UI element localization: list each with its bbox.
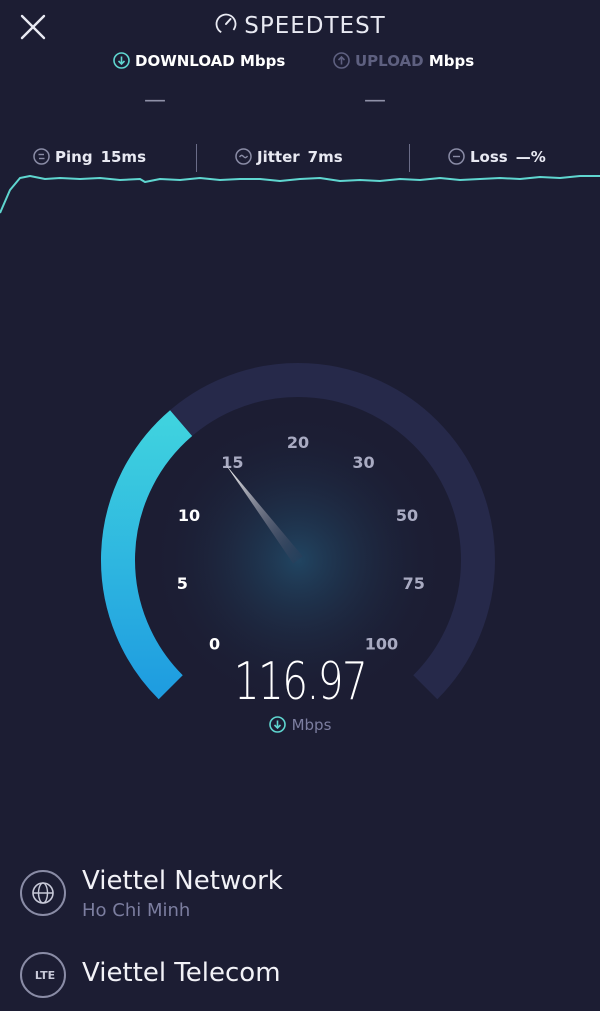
current-speed-value: 116.97 — [233, 652, 368, 712]
speedometer-icon — [214, 12, 238, 42]
gauge-tick-label: 75 — [403, 574, 425, 593]
upload-header: UPLOAD Mbps — [333, 52, 474, 73]
loss-value: —% — [515, 148, 546, 166]
server-location: Ho Chi Minh — [82, 900, 191, 921]
loss-label: Loss — [470, 148, 508, 166]
download-arrow-icon — [113, 52, 130, 73]
download-unit: Mbps — [239, 52, 286, 70]
jitter-icon — [235, 148, 252, 169]
ping-value: 15ms — [100, 148, 146, 166]
gauge-tick-label: 100 — [365, 634, 398, 653]
download-header: DOWNLOAD Mbps — [113, 52, 285, 73]
gauge-tick-label: 10 — [178, 506, 200, 525]
loss-icon — [448, 148, 465, 169]
gauge-tick-label: 20 — [287, 433, 309, 452]
ping-icon — [33, 148, 50, 169]
upload-unit: Mbps — [428, 52, 475, 70]
upload-arrow-icon — [333, 52, 350, 73]
app-title: SPEEDTEST — [0, 12, 600, 42]
download-arrow-icon — [268, 716, 286, 737]
download-label: DOWNLOAD — [135, 52, 235, 70]
jitter-value: 7ms — [307, 148, 343, 166]
upload-label: UPLOAD — [355, 52, 424, 70]
globe-icon — [20, 870, 66, 916]
lte-icon: LTE — [20, 952, 66, 998]
isp-row[interactable]: LTE Viettel Telecom — [20, 952, 580, 1002]
server-provider-row[interactable]: Viettel Network Ho Chi Minh — [20, 866, 580, 922]
gauge-tick-label: 50 — [396, 506, 418, 525]
jitter-label: Jitter — [257, 148, 300, 166]
app-title-text: SPEEDTEST — [244, 13, 386, 39]
ping-label: Ping — [55, 148, 93, 166]
loss-stat: Loss —% — [448, 148, 546, 169]
upload-value: — — [364, 88, 386, 113]
gauge-tick-label: 5 — [177, 574, 188, 593]
speed-unit-label: Mbps — [291, 716, 332, 734]
server-provider-name: Viettel Network — [82, 866, 283, 896]
jitter-stat: Jitter 7ms — [235, 148, 343, 169]
speed-trace-graph — [0, 175, 600, 214]
gauge-tick-label: 0 — [209, 634, 220, 653]
download-value: — — [144, 88, 166, 113]
ping-stat: Ping 15ms — [33, 148, 146, 169]
gauge-tick-label: 30 — [352, 453, 374, 472]
current-speed-unit: Mbps — [0, 716, 600, 737]
lte-icon-label: LTE — [34, 969, 56, 982]
isp-name: Viettel Telecom — [82, 958, 281, 988]
gauge-tick-label: 15 — [221, 453, 243, 472]
